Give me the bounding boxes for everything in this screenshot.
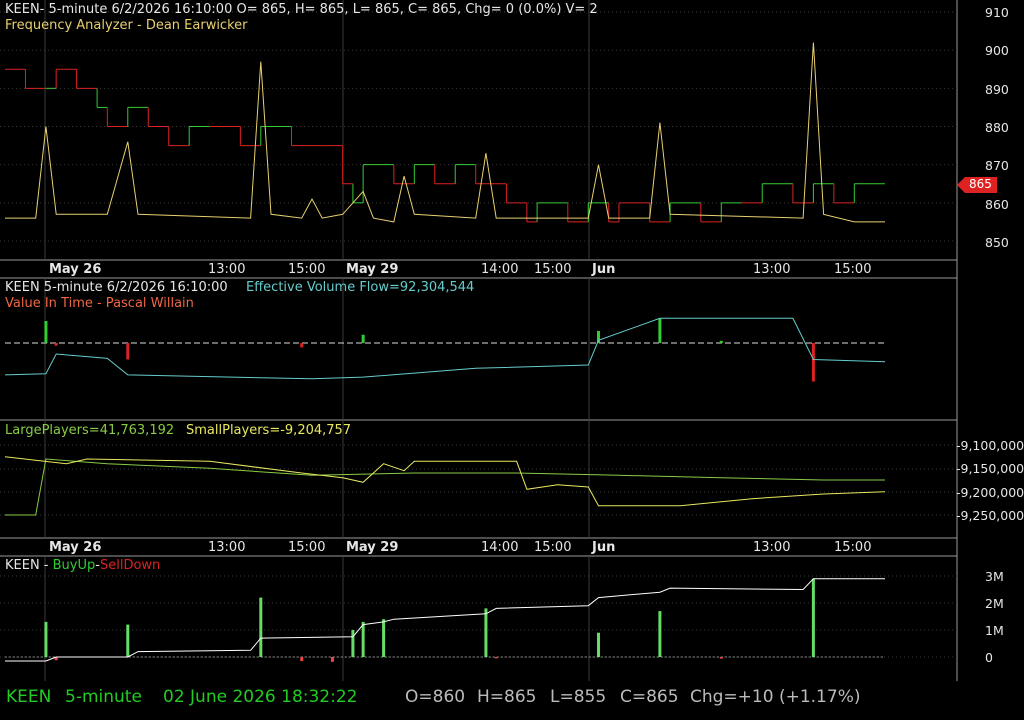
buyup-bar [259, 597, 263, 657]
status-close: C=865 [620, 687, 679, 707]
buyup-bar [351, 630, 355, 657]
buyup-bar [126, 624, 130, 657]
buysell-cumulative-line [5, 578, 885, 662]
frequency-analyzer-line [5, 42, 885, 223]
selldown-bar [300, 657, 304, 662]
buyup-bar [361, 621, 365, 657]
time-axis-label: May 26 [49, 540, 102, 555]
selldown-bar [330, 657, 334, 662]
vit-down-bar [54, 343, 58, 346]
time-axis-label: Jun [592, 262, 616, 277]
time-axis-label: 13:00 [753, 262, 791, 277]
time-axis-label: 13:00 [753, 540, 791, 555]
vit-up-bar [361, 334, 365, 343]
status-symbol: KEEN [6, 687, 52, 707]
selldown-bar [494, 657, 498, 659]
buyup-bar [44, 621, 48, 657]
vit-up-bar [44, 321, 48, 343]
large-players-line [5, 458, 885, 516]
players-tick: -9,200,000 [956, 485, 1024, 500]
buyup-bar [484, 608, 488, 657]
status-low: L=855 [550, 687, 607, 707]
status-open: O=860 [405, 687, 466, 707]
buyup-prefix: KEEN - [5, 558, 53, 573]
evf-line [4, 317, 886, 380]
players-tick: -9,250,000 [956, 508, 1024, 523]
last-price-value: 865 [969, 177, 992, 191]
chart-window[interactable]: KEEN- 5-minute 6/2/2026 16:10:00 O= 865,… [0, 0, 1024, 720]
value-in-time-title: Value In Time - Pascal Willain [5, 296, 194, 311]
price-tick: 850 [985, 235, 1009, 250]
vit-symbol-header: KEEN 5-minute 6/2/2026 16:10:00 [5, 280, 228, 295]
status-bar: KEEN 5-minute 02 June 2026 18:32:22 O=86… [0, 683, 1024, 720]
price-tick: 880 [985, 120, 1009, 135]
selldown-label: SellDown [99, 558, 161, 573]
buysell-tick: 0 [985, 650, 993, 665]
time-axis-label: 15:00 [534, 540, 572, 555]
buysell-tick: 1M [985, 623, 1004, 638]
vit-down-bar [300, 343, 304, 348]
time-axis-label: 15:00 [288, 262, 326, 277]
time-axis-label: May 26 [49, 262, 102, 277]
vit-up-bar [719, 340, 723, 343]
players-tick: -9,100,000 [956, 438, 1024, 453]
buysell-tick: 3M [985, 569, 1004, 584]
small-players-line [4, 456, 886, 507]
buysell-tick: 2M [985, 596, 1004, 611]
time-axis-label: May 29 [346, 540, 399, 555]
price-tick: 860 [985, 197, 1009, 212]
price-header: KEEN- 5-minute 6/2/2026 16:10:00 O= 865,… [5, 2, 598, 17]
status-datetime: 02 June 2026 18:32:22 [163, 687, 358, 707]
frequency-analyzer-title: Frequency Analyzer - Dean Earwicker [5, 18, 248, 33]
price-tick: 900 [985, 43, 1009, 58]
price-tick: 870 [985, 158, 1009, 173]
time-axis-label: 15:00 [834, 540, 872, 555]
price-tick: 910 [985, 5, 1009, 20]
players-tick: -9,150,000 [956, 461, 1024, 476]
status-high: H=865 [477, 687, 537, 707]
buyup-bar [658, 611, 662, 657]
time-axis-label: May 29 [346, 262, 399, 277]
vit-up-bar [658, 318, 662, 343]
buyup-bar [382, 619, 386, 657]
time-axis-label: 15:00 [288, 540, 326, 555]
vit-down-bar [811, 343, 815, 382]
vit-down-bar [126, 343, 130, 360]
time-axis-label: 15:00 [834, 262, 872, 277]
buyup-bar [811, 578, 815, 657]
small-players-label: SmallPlayers=-9,204,757 [186, 423, 352, 438]
chart-canvas[interactable] [0, 0, 1024, 683]
price-tick: 890 [985, 82, 1009, 97]
status-interval: 5-minute [65, 687, 142, 707]
time-axis-label: 14:00 [481, 262, 519, 277]
buyup-label: BuyUp [52, 558, 96, 573]
evf-label: Effective Volume Flow=92,304,544 [246, 280, 475, 295]
selldown-bar [719, 657, 723, 659]
large-players-label: LargePlayers=41,763,192 [5, 423, 175, 438]
status-change: Chg=+10 (+1.17%) [690, 687, 861, 707]
time-axis-label: 13:00 [208, 262, 246, 277]
last-price-marker: 865 [957, 177, 997, 193]
time-axis-label: Jun [592, 540, 616, 555]
buyup-selldown-title: KEEN - BuyUp-SellDown [5, 558, 160, 573]
buyup-bar [596, 632, 600, 657]
time-axis-label: 14:00 [481, 540, 519, 555]
time-axis-label: 13:00 [208, 540, 246, 555]
time-axis-label: 15:00 [534, 262, 572, 277]
